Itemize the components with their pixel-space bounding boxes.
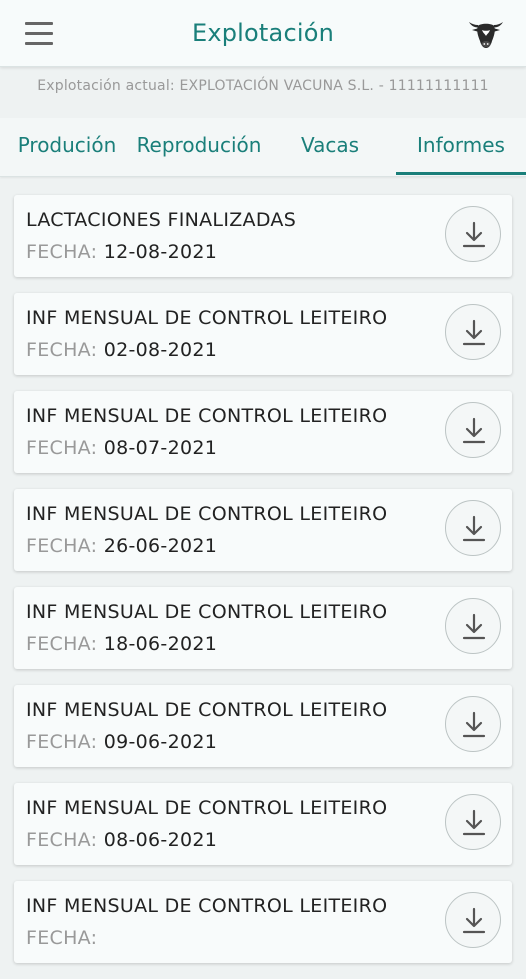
- date-value: 26-06-2021: [103, 535, 218, 557]
- report-card[interactable]: INF MENSUAL DE CONTROL LEITEIRO FECHA:: [14, 881, 512, 963]
- tab-vacas[interactable]: Vacas: [290, 118, 370, 172]
- download-button[interactable]: [445, 206, 501, 262]
- date-label: FECHA:: [26, 535, 98, 557]
- date-value: 08-06-2021: [103, 829, 218, 851]
- report-card[interactable]: LACTACIONES FINALIZADAS FECHA: 12-08-202…: [14, 195, 512, 277]
- report-title: LACTACIONES FINALIZADAS: [26, 209, 297, 231]
- download-button[interactable]: [445, 500, 501, 556]
- date-label: FECHA:: [26, 339, 98, 361]
- report-date-row: FECHA: 02-08-2021: [26, 339, 217, 361]
- report-date-row: FECHA: 18-06-2021: [26, 633, 217, 655]
- report-card[interactable]: INF MENSUAL DE CONTROL LEITEIRO FECHA: 0…: [14, 391, 512, 473]
- report-card[interactable]: INF MENSUAL DE CONTROL LEITEIRO FECHA: 0…: [14, 783, 512, 865]
- download-button[interactable]: [445, 304, 501, 360]
- date-label: FECHA:: [26, 633, 98, 655]
- date-value: 08-07-2021: [103, 437, 218, 459]
- date-label: FECHA:: [26, 927, 98, 949]
- report-title: INF MENSUAL DE CONTROL LEITEIRO: [26, 405, 388, 427]
- download-button[interactable]: [445, 598, 501, 654]
- report-card[interactable]: INF MENSUAL DE CONTROL LEITEIRO FECHA: 0…: [14, 293, 512, 375]
- download-icon: [462, 711, 486, 738]
- report-date-row: FECHA: 26-06-2021: [26, 535, 217, 557]
- report-title: INF MENSUAL DE CONTROL LEITEIRO: [26, 601, 388, 623]
- download-button[interactable]: [445, 402, 501, 458]
- page-title: Explotación: [191, 19, 335, 47]
- tab-produccion[interactable]: Produción: [12, 118, 122, 172]
- download-icon: [462, 907, 486, 934]
- tab-reproduccion[interactable]: Reprodución: [130, 118, 268, 172]
- date-label: FECHA:: [26, 437, 98, 459]
- date-value: 09-06-2021: [103, 731, 218, 753]
- download-button[interactable]: [445, 696, 501, 752]
- report-date-row: FECHA: 12-08-2021: [26, 241, 217, 263]
- report-card[interactable]: INF MENSUAL DE CONTROL LEITEIRO FECHA: 2…: [14, 489, 512, 571]
- download-icon: [462, 515, 486, 542]
- download-icon: [462, 221, 486, 248]
- report-title: INF MENSUAL DE CONTROL LEITEIRO: [26, 895, 388, 917]
- report-date-row: FECHA: 08-06-2021: [26, 829, 217, 851]
- date-value: 18-06-2021: [103, 633, 218, 655]
- report-card[interactable]: INF MENSUAL DE CONTROL LEITEIRO FECHA: 1…: [14, 587, 512, 669]
- report-title: INF MENSUAL DE CONTROL LEITEIRO: [26, 797, 388, 819]
- report-date-row: FECHA:: [26, 927, 97, 949]
- report-date-row: FECHA: 09-06-2021: [26, 731, 217, 753]
- download-button[interactable]: [445, 892, 501, 948]
- tab-informes[interactable]: Informes: [396, 118, 526, 175]
- download-icon: [462, 319, 486, 346]
- download-button[interactable]: [445, 794, 501, 850]
- tab-bar: Produción Reprodución Vacas Informes: [0, 118, 526, 177]
- report-card[interactable]: INF MENSUAL DE CONTROL LEITEIRO FECHA: 0…: [14, 685, 512, 767]
- download-icon: [462, 809, 486, 836]
- report-title: INF MENSUAL DE CONTROL LEITEIRO: [26, 307, 388, 329]
- date-label: FECHA:: [26, 731, 98, 753]
- date-label: FECHA:: [26, 829, 98, 851]
- current-farm-label: Explotación actual: EXPLOTACIÓN VACUNA S…: [37, 78, 489, 94]
- download-icon: [462, 613, 486, 640]
- report-list: LACTACIONES FINALIZADAS FECHA: 12-08-202…: [14, 195, 512, 979]
- app-header: Explotación: [0, 0, 526, 67]
- cow-head-icon[interactable]: [466, 14, 506, 52]
- date-value: 12-08-2021: [103, 241, 218, 263]
- date-label: FECHA:: [26, 241, 98, 263]
- report-date-row: FECHA: 08-07-2021: [26, 437, 217, 459]
- download-icon: [462, 417, 486, 444]
- date-value: 02-08-2021: [103, 339, 218, 361]
- report-title: INF MENSUAL DE CONTROL LEITEIRO: [26, 699, 388, 721]
- report-title: INF MENSUAL DE CONTROL LEITEIRO: [26, 503, 388, 525]
